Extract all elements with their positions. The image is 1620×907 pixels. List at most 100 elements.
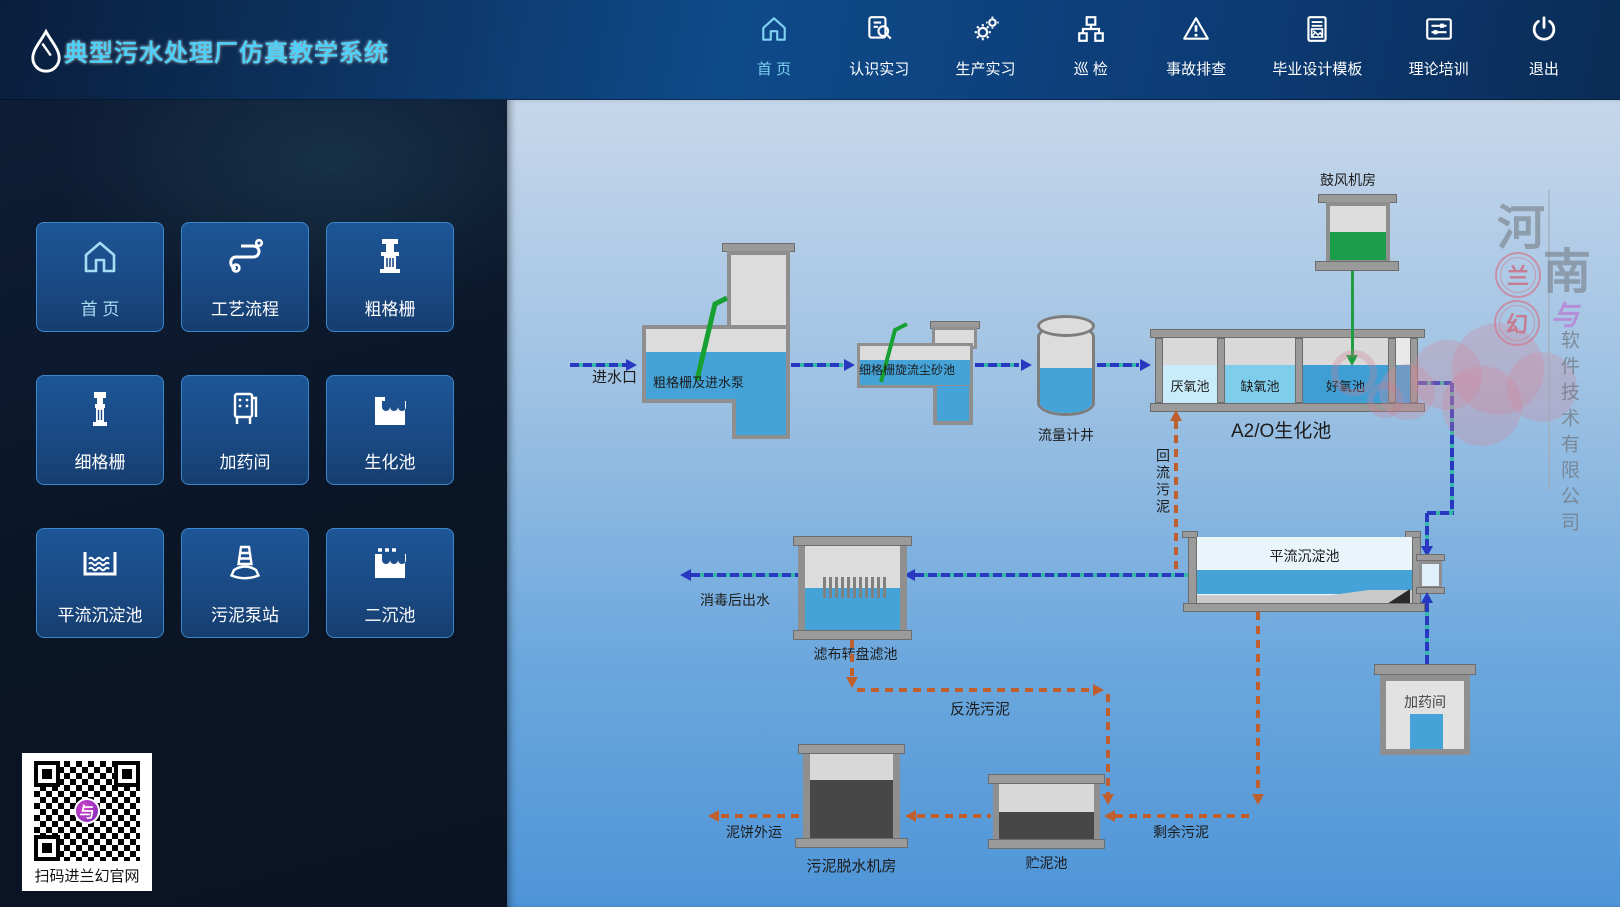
water-drop-logo-icon: [28, 28, 64, 74]
sidebar-item-bio-tank[interactable]: 生化池: [326, 375, 454, 485]
warning-triangle-icon: [1181, 14, 1211, 49]
nav-label: 认识实习: [849, 58, 909, 79]
pipe-dosing-up: [1425, 603, 1429, 664]
pipe-inlet: [570, 363, 626, 367]
nav-item-cognition-practice[interactable]: 认识实习: [849, 14, 909, 79]
nav-item-home[interactable]: 首 页: [745, 14, 803, 79]
pipe-surplus-left: [1115, 814, 1253, 818]
nav-label: 事故排查: [1166, 58, 1226, 79]
pipe-a2o-down: [1450, 383, 1454, 513]
return-sludge-label: 回流污泥: [1153, 448, 1173, 516]
nav-item-graduation-template[interactable]: 毕业设计模板: [1272, 14, 1362, 79]
nav-item-exit[interactable]: 退出: [1515, 14, 1573, 79]
bar-screen-icon: [687, 292, 731, 384]
sludge-arrow-up: [1170, 410, 1182, 421]
pipe-cake-out: [721, 814, 803, 818]
qr-finder-icon: [114, 761, 140, 787]
nav-label: 巡 检: [1074, 58, 1108, 79]
flow-curve-icon: [223, 234, 267, 283]
nav-label: 首 页: [757, 58, 791, 79]
sidebar-item-dosing-room[interactable]: 加药间: [181, 375, 309, 485]
sludge-arrow-left: [708, 810, 719, 822]
watermark-char-2: 南: [1543, 232, 1591, 302]
flow-well-label: 流量计井: [1038, 425, 1094, 445]
sludge-arrow-left: [1104, 810, 1115, 822]
pipe-well-to-a2o: [1097, 363, 1139, 367]
watermark-seal-2: 幻: [1494, 300, 1540, 346]
pipe-to-sediment: [1425, 513, 1429, 546]
dosing-label: 加药间: [1380, 692, 1470, 712]
sidebar-item-fine-screen[interactable]: 细格栅: [36, 375, 164, 485]
qr-finder-icon: [34, 761, 60, 787]
flow-arrow-up: [1421, 592, 1433, 603]
app-window: 典型污水处理厂仿真教学系统 首 页 认识实习 生产实习 巡 检 事故排查: [0, 0, 1620, 907]
flow-arrow-left: [680, 569, 691, 581]
nav-label: 理论培训: [1409, 58, 1469, 79]
sediment-outlet-box: [1419, 561, 1442, 589]
sidebar-item-label: 首 页: [81, 295, 120, 320]
top-nav: 首 页 认识实习 生产实习 巡 检 事故排查 毕业设计模板: [745, 14, 1573, 79]
bio-tank-icon: [368, 387, 412, 436]
pipe-return-sludge: [1174, 421, 1178, 573]
gears-icon: [971, 14, 1001, 49]
sidebar-item-secondary-clarifier[interactable]: 二沉池: [326, 528, 454, 638]
pipe-a2o-out: [1418, 381, 1452, 385]
sludge-arrow-down: [1102, 794, 1114, 805]
sedimentation-label: 平流沉淀池: [1197, 546, 1412, 566]
pipe-filter-drain: [850, 640, 854, 677]
nav-item-production-practice[interactable]: 生产实习: [956, 14, 1016, 79]
nav-item-accident-check[interactable]: 事故排查: [1166, 14, 1226, 79]
app-title: 典型污水处理厂仿真教学系统: [64, 33, 389, 68]
flow-arrow-right: [1140, 359, 1151, 371]
pipe-a2o-left: [1427, 511, 1454, 515]
air-arrow-down: [1346, 355, 1358, 366]
pipe-sediment-to-filter: [915, 573, 1188, 577]
sidebar-item-home[interactable]: 首 页: [36, 222, 164, 332]
fine-screen-icon: [78, 387, 122, 436]
sedimentation-tank-icon: [78, 540, 122, 589]
sidebar-item-horizontal-sedimentation[interactable]: 平流沉淀池: [36, 528, 164, 638]
home-icon: [759, 14, 789, 49]
nav-label: 生产实习: [956, 58, 1016, 79]
sludge-arrow-down: [846, 677, 858, 688]
sidebar-item-sludge-pump-station[interactable]: 污泥泵站: [181, 528, 309, 638]
sidebar-item-label: 细格栅: [75, 448, 126, 473]
home-icon: [78, 234, 122, 283]
pipe-storage-to-dewater: [917, 814, 991, 818]
pipe-effluent-out: [691, 573, 798, 577]
surplus-label: 剩余污泥: [1153, 822, 1209, 842]
anoxic-label: 缺氧池: [1225, 376, 1295, 395]
sidebar-item-process-flow[interactable]: 工艺流程: [181, 222, 309, 332]
pipe-backwash-down: [1106, 694, 1110, 794]
qr-code-image: 与: [34, 761, 140, 861]
sludge-arrow-left: [905, 810, 916, 822]
qr-code-panel: 与 扫码进兰幻官网: [22, 753, 152, 891]
power-icon: [1529, 14, 1559, 49]
watermark-logo-icon: 与: [1551, 294, 1579, 334]
module-button-grid: 首 页 工艺流程 粗格栅 细格栅 加药间 生化池: [36, 222, 454, 638]
watermark-divider: [1548, 190, 1550, 490]
air-pipe: [1351, 271, 1354, 355]
header-bar: 典型污水处理厂仿真教学系统 首 页 认识实习 生产实习 巡 检 事故排查: [0, 0, 1620, 100]
pipe-surplus-down: [1256, 612, 1260, 794]
blower-label: 鼓风机房: [1320, 170, 1376, 190]
sidebar-item-label: 二沉池: [365, 601, 416, 626]
nav-label: 退出: [1529, 58, 1559, 79]
pipe-coarse-to-fine: [791, 363, 843, 367]
watermark-seal-1: 兰: [1495, 252, 1541, 298]
sidebar-item-label: 污泥泵站: [211, 601, 279, 626]
sludge-arrow-right: [1093, 684, 1104, 696]
nav-item-theory-training[interactable]: 理论培训: [1409, 14, 1469, 79]
flow-arrow-right: [1021, 359, 1032, 371]
fine-screen-label: 细格栅旋流尘砂池: [859, 361, 955, 378]
qr-caption: 扫码进兰幻官网: [22, 865, 152, 886]
pipe-backwash: [857, 688, 1093, 692]
qr-finder-icon: [34, 835, 60, 861]
a2o-title: A2/O生化池: [1231, 416, 1331, 443]
sliders-panel-icon: [1424, 14, 1454, 49]
storage-label: 贮泥池: [993, 853, 1100, 873]
left-sidebar: 首 页 工艺流程 粗格栅 细格栅 加药间 生化池: [0, 100, 507, 907]
nav-item-inspection[interactable]: 巡 检: [1062, 14, 1120, 79]
sidebar-item-coarse-screen[interactable]: 粗格栅: [326, 222, 454, 332]
org-chart-icon: [1076, 14, 1106, 49]
